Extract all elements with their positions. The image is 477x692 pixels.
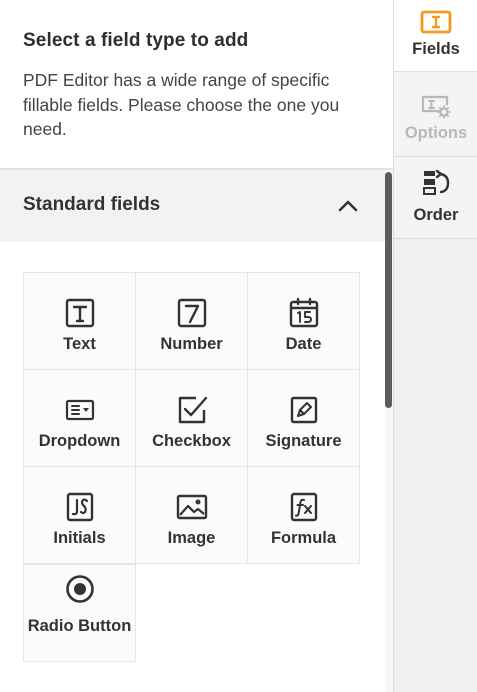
tab-label: Options [404, 124, 468, 142]
field-type-label: Signature [265, 432, 342, 450]
tab-fields[interactable]: Fields [394, 0, 477, 72]
text-cursor-icon [420, 10, 452, 34]
number-field-icon [177, 298, 206, 328]
field-picker-panel: Select a field type to add PDF Editor ha… [0, 0, 393, 692]
field-type-label: Formula [270, 529, 337, 547]
scrollbar-thumb[interactable] [385, 172, 392, 408]
field-settings-icon [421, 95, 451, 119]
field-type-label: Checkbox [152, 432, 231, 450]
field-type-label: Image [167, 529, 216, 547]
field-type-initials[interactable]: Initials [23, 466, 136, 564]
tab-order[interactable]: Order [394, 157, 477, 239]
text-field-icon [65, 298, 94, 328]
section-title: Standard fields [23, 194, 161, 215]
reorder-icon [423, 169, 450, 195]
field-type-radio-button[interactable]: Radio Button [23, 564, 136, 662]
field-type-dropdown[interactable]: Dropdown [23, 369, 136, 467]
field-type-label: Text [63, 335, 96, 353]
standard-fields-section-header[interactable]: Standard fields [0, 170, 385, 242]
image-icon [176, 494, 207, 520]
field-type-formula[interactable]: Formula [247, 466, 360, 564]
side-tab-rail: Fields Options Order [393, 0, 477, 692]
field-type-signature[interactable]: Signature [247, 369, 360, 467]
chevron-up-icon[interactable] [335, 194, 361, 218]
field-type-label: Initials [53, 529, 106, 547]
signature-icon [290, 396, 317, 424]
formula-icon [290, 492, 317, 522]
tab-options: Options [394, 73, 477, 157]
dropdown-icon [65, 399, 94, 421]
field-type-date[interactable]: Date [247, 272, 360, 370]
field-type-label: Dropdown [38, 432, 121, 450]
field-type-image[interactable]: Image [135, 466, 248, 564]
field-type-text[interactable]: Text [23, 272, 136, 370]
field-type-label: Radio Button [27, 617, 132, 635]
tab-label: Fields [412, 40, 460, 58]
tab-label: Order [413, 206, 459, 224]
checkbox-icon [178, 396, 207, 424]
field-type-label: Number [160, 335, 223, 353]
field-type-label: Date [285, 335, 322, 353]
panel-description: PDF Editor has a wide range of specific … [23, 70, 340, 139]
initials-icon [66, 492, 93, 522]
panel-header: Select a field type to add PDF Editor ha… [0, 0, 393, 168]
panel-title: Select a field type to add [23, 30, 249, 51]
field-type-checkbox[interactable]: Checkbox [135, 369, 248, 467]
radio-button-icon [65, 575, 94, 603]
calendar-icon [289, 297, 318, 328]
field-type-number[interactable]: Number [135, 272, 248, 370]
